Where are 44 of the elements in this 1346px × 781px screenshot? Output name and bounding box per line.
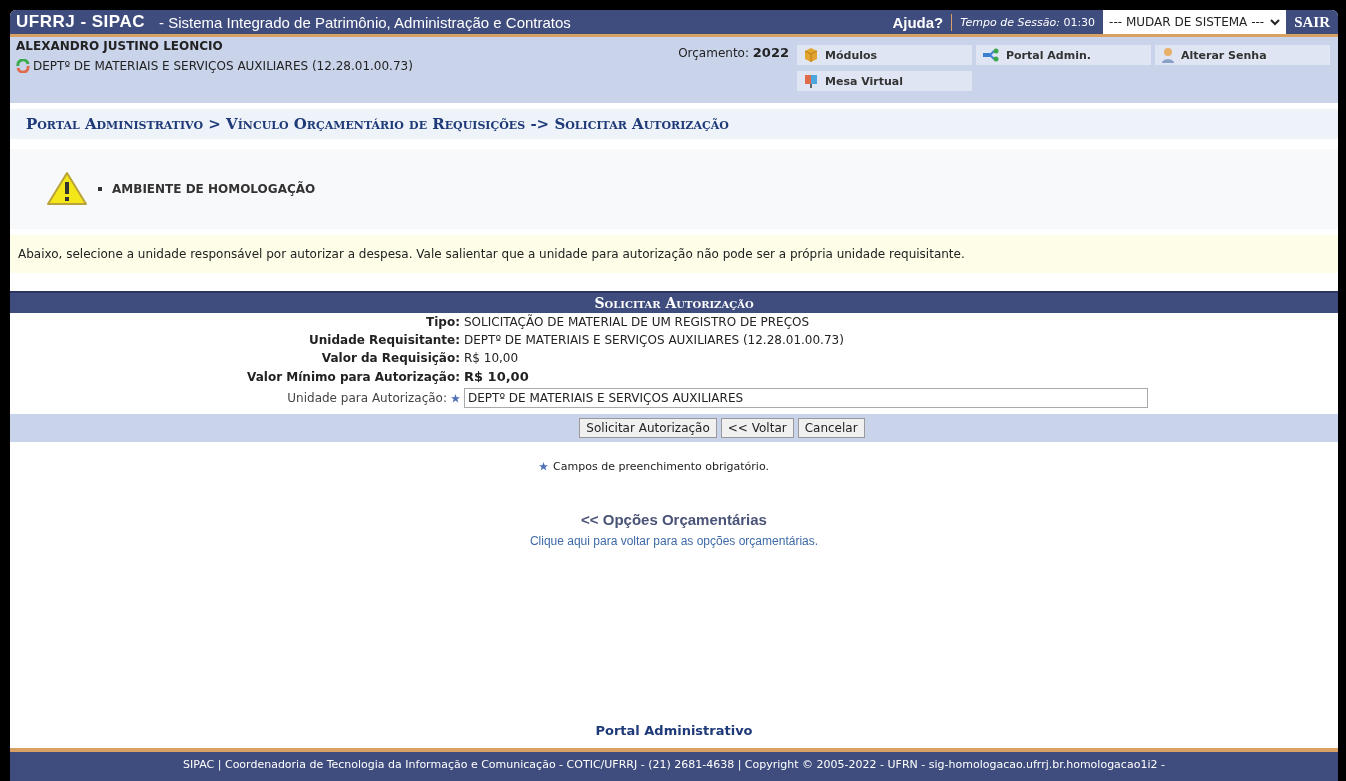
monitor-icon xyxy=(803,73,819,89)
shortcut-link[interactable]: Módulos xyxy=(797,45,972,65)
warning-message: AMBIENTE DE HOMOLOGAÇÃO xyxy=(112,182,316,196)
user-name: ALEXANDRO JUSTINO LEONCIO xyxy=(16,39,224,53)
session-timer: Tempo de Sessão: 01:30 xyxy=(959,15,1097,29)
field-label: Tipo: xyxy=(426,315,460,329)
chevron-down-icon xyxy=(1270,18,1281,26)
budget-year: Orçamento: 2022 xyxy=(678,44,790,62)
user-unit: DEPTº DE MATERIAIS E SERVIÇOS AUXILIARES (12.28.01.00.73) xyxy=(33,59,413,73)
form-title: Solicitar Autorização xyxy=(10,291,1338,313)
field-label: Valor da Requisição: xyxy=(321,351,460,365)
required-note: Campos de preenchimento obrigatório. xyxy=(553,460,769,473)
breadcrumb: Portal Administrativo > Vínculo Orçamentário de Requisições -> Solicitar Autorização xyxy=(10,109,1338,139)
field-label: Unidade Requisitante: xyxy=(309,333,460,347)
field-value: R$ 10,00 xyxy=(464,351,520,365)
info-message: Abaixo, selecione a unidade responsável por autorizar a despesa. Vale salientar que a unidade para autorização não pode ser a própria unidade requisitante. xyxy=(10,235,1338,273)
swap-arrows-icon xyxy=(16,59,30,73)
system-name: - Sistema Integrado de Patrimônio, Administração e Contratos xyxy=(159,13,572,31)
shortcut-link[interactable]: Portal Admin. xyxy=(976,45,1151,65)
shortcut-link[interactable]: Alterar Senha xyxy=(1155,45,1330,65)
cube-icon xyxy=(803,47,819,63)
help-link[interactable]: Ajuda? xyxy=(884,13,953,31)
shortcut-link[interactable]: Mesa Virtual xyxy=(797,71,972,91)
field-value: SOLICITAÇÃO DE MATERIAL DE UM REGISTRO DE PREÇOS xyxy=(464,315,811,329)
form-button[interactable]: Cancelar xyxy=(797,418,865,438)
app-brand: UFRRJ - SIPAC xyxy=(15,12,146,32)
system-select[interactable]: --- MUDAR DE SISTEMA --- xyxy=(1103,10,1287,34)
user-icon xyxy=(1161,47,1175,63)
unit-input[interactable]: DEPTº DE MATERIAIS E SERVIÇOS AUXILIARES xyxy=(464,388,1148,408)
field-value: DEPTº DE MATERIAIS E SERVIÇOS AUXILIARES (12.28.01.00.73) xyxy=(464,333,845,347)
bullet-icon xyxy=(98,187,102,191)
form-button[interactable]: Solicitar Autorização xyxy=(579,418,717,438)
required-star-icon xyxy=(539,462,549,471)
budget-options-link[interactable]: << Opções Orçamentárias xyxy=(10,511,1338,528)
form-button[interactable]: << Voltar xyxy=(720,418,794,438)
footer-text: SIPAC | Coordenadoria de Tecnologia da Informação e Comunicação - COTIC/UFRRJ - (21) 2681-4638 | Copyright © 2005-2022 - UFRN - sig-homologacao.ufrrj.br.homologacao1i2 - xyxy=(10,748,1338,781)
portal-link[interactable]: Portal Administrativo xyxy=(10,723,1338,738)
field-label: Valor Mínimo para Autorização: xyxy=(247,369,460,384)
field-label: Unidade para Autorização: xyxy=(287,391,447,405)
logout-link[interactable]: SAIR xyxy=(1286,13,1338,31)
warning-icon xyxy=(46,171,88,207)
budget-options-description[interactable]: Clique aqui para voltar para as opções orçamentárias. xyxy=(10,534,1338,548)
field-value: R$ 10,00 xyxy=(464,369,530,384)
network-icon xyxy=(982,48,1000,62)
